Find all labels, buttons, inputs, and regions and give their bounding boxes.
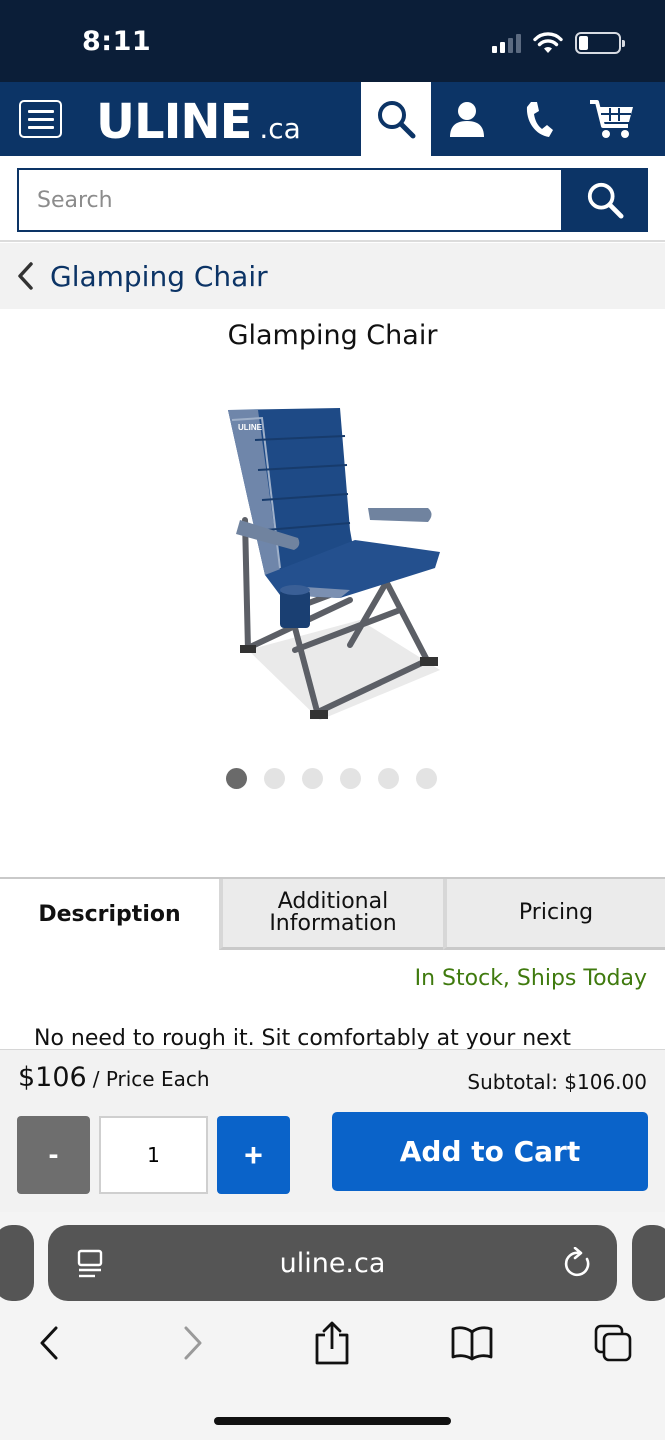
cart-icon	[590, 100, 633, 138]
share-icon	[315, 1321, 349, 1365]
product-title: Glamping Chair	[227, 320, 438, 351]
tab-additional-line1: Additional	[277, 889, 389, 914]
browser-back-button[interactable]	[24, 1318, 74, 1368]
url-text: uline.ca	[279, 1247, 386, 1279]
tab-description-label: Description	[38, 901, 181, 927]
reload-icon[interactable]	[563, 1247, 593, 1279]
search-submit-button[interactable]	[561, 168, 648, 232]
cart-button[interactable]	[582, 82, 642, 156]
search-icon	[378, 101, 416, 139]
quantity-increase-button[interactable]: +	[217, 1116, 290, 1194]
glamping-chair-image: ULINE	[228, 408, 440, 720]
site-header: ULINE .ca	[0, 82, 665, 156]
carousel-dot-2[interactable]	[264, 768, 285, 789]
logo-main: ULINE	[96, 94, 252, 150]
subtotal: Subtotal: $106.00	[467, 1070, 647, 1094]
add-to-cart-button[interactable]: Add to Cart	[332, 1112, 648, 1191]
carousel-dot-6[interactable]	[416, 768, 437, 789]
quantity-decrease-button[interactable]: -	[17, 1116, 90, 1194]
status-bar: 8:11	[0, 0, 665, 82]
browser-forward-button[interactable]	[168, 1318, 218, 1368]
status-icons	[492, 32, 625, 54]
phone-button[interactable]	[509, 82, 569, 156]
address-bar[interactable]: uline.ca	[48, 1225, 617, 1301]
search-input[interactable]	[17, 168, 562, 232]
book-icon	[451, 1326, 493, 1361]
add-to-cart-bar: $106 / Price Each Subtotal: $106.00 - + …	[0, 1049, 665, 1212]
chevron-left-icon	[40, 1326, 58, 1360]
chevron-right-icon	[184, 1326, 202, 1360]
price-unit: / Price Each	[92, 1067, 210, 1091]
breadcrumb[interactable]: Glamping Chair	[0, 243, 665, 309]
next-tab-preview[interactable]	[632, 1225, 665, 1301]
phone-icon	[526, 102, 553, 137]
uline-logo[interactable]: ULINE .ca	[96, 94, 301, 150]
user-icon	[450, 102, 484, 137]
search-icon	[587, 182, 624, 219]
tabs-icon	[594, 1324, 632, 1362]
tab-additional-information[interactable]: Additional Information	[219, 879, 443, 950]
product-tabs: Description Additional Information Prici…	[0, 877, 665, 950]
header-search-button[interactable]	[361, 82, 431, 156]
tab-additional-line2: Information	[269, 911, 397, 936]
stock-status: In Stock, Ships Today	[414, 966, 647, 991]
chair-logo-text: ULINE	[238, 423, 263, 432]
previous-tab-preview[interactable]	[0, 1225, 34, 1301]
search-bar	[0, 156, 665, 242]
bookmarks-button[interactable]	[447, 1318, 497, 1368]
browser-toolbar: uline.ca	[0, 1212, 665, 1440]
carousel-dot-5[interactable]	[378, 768, 399, 789]
cellular-signal-icon	[492, 33, 521, 53]
page-menu-icon[interactable]	[76, 1249, 104, 1279]
wifi-icon	[533, 32, 563, 53]
share-button[interactable]	[307, 1318, 357, 1368]
tab-description[interactable]: Description	[0, 879, 219, 950]
account-button[interactable]	[437, 82, 497, 156]
battery-icon	[575, 32, 625, 54]
tabs-button[interactable]	[588, 1318, 638, 1368]
tab-pricing[interactable]: Pricing	[443, 879, 665, 950]
price-amount: $106	[18, 1062, 87, 1093]
tab-pricing-label: Pricing	[518, 900, 594, 925]
home-indicator	[214, 1417, 451, 1425]
price: $106 / Price Each	[18, 1062, 210, 1093]
carousel-dot-4[interactable]	[340, 768, 361, 789]
back-chevron-icon	[16, 256, 40, 296]
menu-button[interactable]	[19, 100, 62, 138]
quantity-input[interactable]	[99, 1116, 208, 1194]
carousel-dot-3[interactable]	[302, 768, 323, 789]
status-time: 8:11	[82, 26, 152, 57]
image-carousel-dots	[226, 768, 437, 789]
carousel-dot-1[interactable]	[226, 768, 247, 789]
description-text: No need to rough it. Sit comfortably at …	[34, 1026, 571, 1050]
logo-tld: .ca	[259, 112, 301, 145]
breadcrumb-label: Glamping Chair	[50, 259, 268, 293]
product-image[interactable]: ULINE	[200, 390, 465, 740]
